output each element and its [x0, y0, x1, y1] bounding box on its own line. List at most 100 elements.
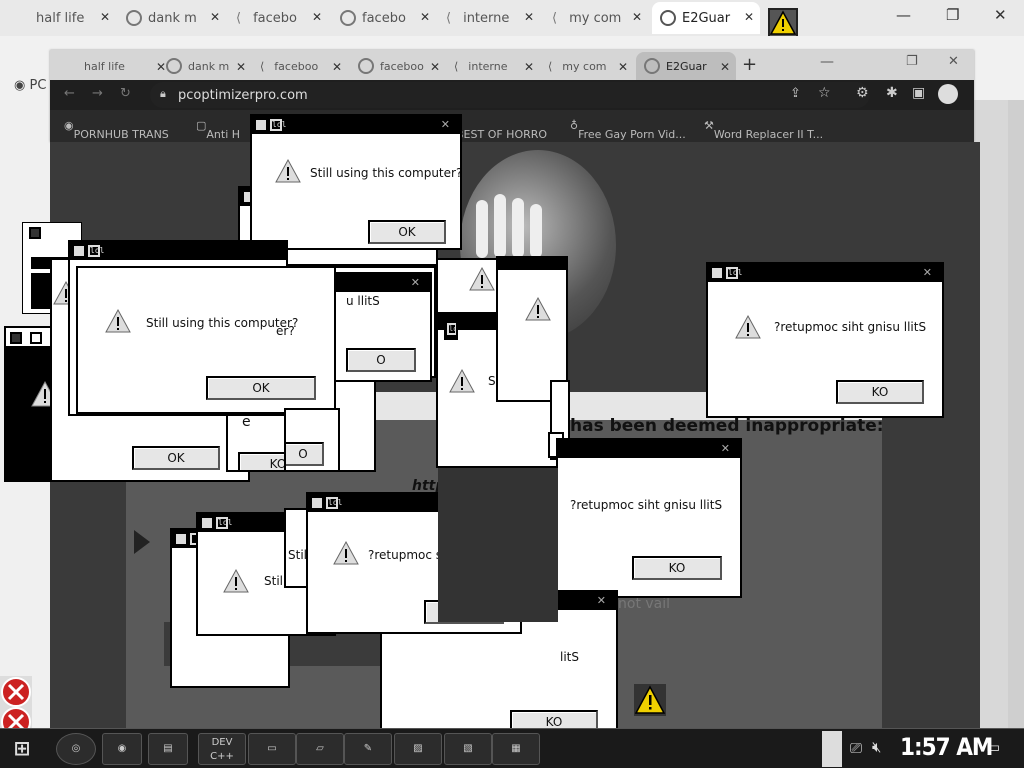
dialog-message-fragment: Stil — [264, 574, 283, 588]
dialog-message: ?retupmoc siht gnisu llitS — [570, 498, 723, 512]
tab-label: half life — [36, 10, 85, 26]
close-icon[interactable]: ✕ — [420, 10, 430, 24]
close-icon[interactable]: ✕ — [720, 60, 730, 74]
globe-icon — [644, 58, 660, 74]
minimize-icon[interactable]: — — [820, 54, 834, 70]
bookmark-item[interactable]: ♁ Free Gay Porn Vid... — [570, 119, 686, 141]
taskbar-devcpp[interactable]: DEV C++ — [198, 733, 246, 765]
warning-icon — [105, 308, 131, 333]
page-text-fragment: e — [242, 414, 251, 430]
forward-icon[interactable]: → — [92, 86, 103, 101]
inner-tab-active[interactable]: E2Guar ✕ — [636, 52, 736, 80]
close-icon[interactable]: ✕ — [430, 60, 440, 74]
tab-label: E2Guar — [666, 59, 707, 73]
loading-icon: ⟨ — [260, 59, 265, 73]
taskbar-notes[interactable]: ▱ — [296, 733, 344, 765]
window-icon: lol — [726, 267, 743, 279]
star-icon[interactable]: ☆ — [818, 85, 831, 101]
close-icon[interactable]: ✕ — [721, 442, 730, 455]
scrollbar[interactable] — [1008, 100, 1024, 728]
bookmark-item[interactable]: ◉ PORNHUB TRANS — [64, 119, 169, 141]
loading-icon — [358, 58, 374, 74]
start-icon[interactable]: ⊞ — [4, 731, 40, 767]
bookmarks-bar: ◉ PORNHUB TRANS ▢ Anti H BEST OF HORRO ♁… — [50, 110, 974, 142]
reload-icon[interactable]: ↻ — [120, 86, 131, 101]
address-text: pcoptimizerpro.com — [178, 87, 308, 103]
network-icon[interactable]: ⎚ — [850, 739, 862, 757]
taskbar-photos[interactable]: ▨ — [394, 733, 442, 765]
avatar[interactable] — [938, 84, 958, 104]
ok-button[interactable]: KO — [632, 556, 722, 580]
inner-tab[interactable]: ⟨ faceboo ✕ — [252, 52, 348, 80]
extension-icon[interactable]: ⚙ — [856, 85, 869, 101]
close-icon[interactable]: ✕ — [632, 10, 642, 24]
back-icon[interactable]: ← — [64, 86, 75, 101]
maximize-icon[interactable]: ❐ — [906, 54, 918, 69]
sidebar-icon[interactable]: ▣ — [912, 85, 925, 101]
maximize-icon[interactable]: ❐ — [946, 6, 959, 24]
tab-e2guardian[interactable]: E2Guar ✕ — [652, 2, 760, 34]
window-icon: lol — [444, 316, 458, 340]
close-icon[interactable]: ✕ — [411, 276, 420, 289]
tab-half-life[interactable]: half life ✕ — [28, 2, 116, 34]
loading-icon: ⟨ — [552, 10, 558, 26]
taskbar-images[interactable]: ▦ — [492, 733, 540, 765]
close-icon[interactable]: ✕ — [923, 266, 932, 279]
warning-icon — [449, 368, 475, 393]
minimize-icon[interactable]: — — [896, 6, 911, 24]
ok-button[interactable]: OK — [368, 220, 446, 244]
dialog-message: ?retupmoc siht gnisu llitS — [774, 320, 927, 334]
taskbar-chrome[interactable]: ◎ — [56, 733, 96, 765]
volume-muted-icon[interactable]: 🔇︎ — [872, 738, 881, 756]
close-window-icon[interactable]: ✕ — [948, 54, 959, 69]
dialog-message-fragment: er? — [276, 324, 295, 338]
globe-icon — [660, 10, 676, 26]
close-icon[interactable]: ✕ — [100, 10, 110, 24]
close-icon[interactable]: ✕ — [236, 60, 246, 74]
close-icon[interactable]: ✕ — [597, 594, 606, 607]
new-tab-icon[interactable]: + — [742, 54, 757, 75]
taskbar-save[interactable]: ▤ — [148, 733, 188, 765]
tab-dank[interactable]: dank m ✕ — [118, 2, 226, 34]
clock[interactable]: 1:57 AM — [900, 733, 993, 761]
close-icon[interactable]: ✕ — [618, 60, 628, 74]
close-icon[interactable]: ✕ — [332, 60, 342, 74]
tab-my-computer[interactable]: ⟨ my com ✕ — [544, 2, 648, 34]
logo-bar — [512, 198, 524, 258]
tab-facebook-2[interactable]: facebo ✕ — [332, 2, 436, 34]
taskbar-firefox[interactable]: ◉ — [102, 733, 142, 765]
ok-button[interactable]: O — [346, 348, 416, 372]
ok-button[interactable]: O — [286, 442, 324, 466]
ok-button[interactable]: OK — [132, 446, 220, 470]
inner-browser-window: half life ✕ dank m ✕ ⟨ faceboo ✕ faceboo ✕ ⟨ i… — [50, 50, 974, 142]
bookmark-label: Anti H — [206, 128, 241, 141]
close-icon[interactable]: ✕ — [312, 10, 322, 24]
share-icon[interactable]: ⇪ — [790, 86, 801, 101]
ok-button[interactable]: KO — [836, 380, 924, 404]
close-icon[interactable]: ✕ — [524, 10, 534, 24]
close-icon[interactable]: ✕ — [210, 10, 220, 24]
popup-dialog-reversed: ✕ ?retupmoc siht gnisu llitS KO — [556, 438, 742, 598]
bookmark-item[interactable]: ▢ Anti H — [196, 119, 240, 141]
show-desktop-strip[interactable] — [822, 731, 842, 767]
close-icon[interactable]: ✕ — [524, 60, 534, 74]
tab-facebook-1[interactable]: ⟨ facebo ✕ — [228, 2, 328, 34]
inner-tab[interactable]: dank m ✕ — [158, 52, 252, 80]
inner-tab[interactable]: faceboo ✕ — [350, 52, 446, 80]
taskbar-terminal[interactable]: ▭ — [248, 733, 296, 765]
inner-tab[interactable]: ⟨ my com ✕ — [540, 52, 634, 80]
outer-bookmark[interactable]: ◉ PC — [14, 78, 46, 93]
close-icon[interactable]: ✕ — [441, 118, 450, 131]
tab-internet[interactable]: ⟨ interne ✕ — [438, 2, 540, 34]
ok-button[interactable]: KO — [510, 710, 598, 728]
close-icon[interactable]: ✕ — [744, 10, 754, 24]
ok-button[interactable]: OK — [206, 376, 316, 400]
taskbar-gallery[interactable]: ▧ — [444, 733, 492, 765]
inner-tab[interactable]: ⟨ interne ✕ — [446, 52, 540, 80]
bookmark-item[interactable]: ⚒ Word Replacer II T... — [704, 119, 823, 141]
image-icon: ▧ — [463, 743, 473, 754]
taskbar-paint[interactable]: ✎ — [344, 733, 392, 765]
address-bar[interactable]: 🔒︎ pcoptimizerpro.com — [150, 82, 870, 108]
close-window-icon[interactable]: ✕ — [994, 6, 1007, 24]
puzzle-icon[interactable]: ✱ — [886, 85, 898, 101]
